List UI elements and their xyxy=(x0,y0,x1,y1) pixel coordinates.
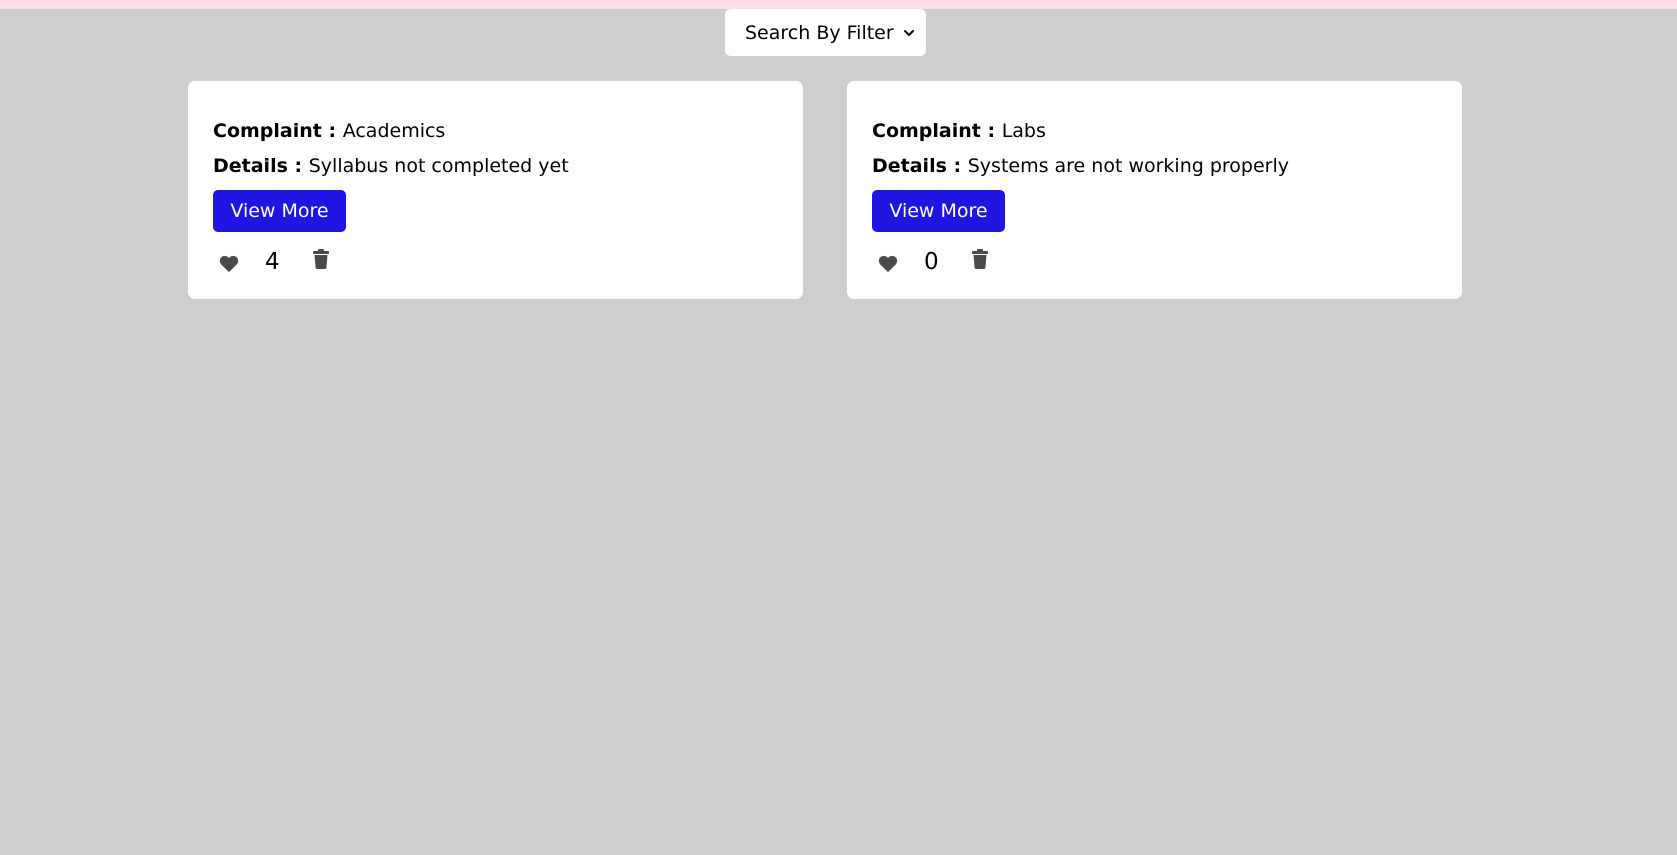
details-value: Syllabus not completed yet xyxy=(308,155,569,177)
trash-icon[interactable] xyxy=(972,249,988,269)
details-row: Details : Systems are not working proper… xyxy=(872,155,1289,177)
like-count: 4 xyxy=(265,249,280,275)
details-value: Systems are not working properly xyxy=(967,155,1290,177)
details-row: Details : Syllabus not completed yet xyxy=(213,155,569,177)
like-count: 0 xyxy=(924,249,939,275)
complaint-value: Labs xyxy=(1001,120,1046,142)
search-filter-select[interactable]: Search By Filter xyxy=(725,9,926,56)
view-more-button[interactable]: View More xyxy=(872,190,1005,232)
complaint-row: Complaint : Academics xyxy=(213,120,445,142)
complaint-value: Academics xyxy=(342,120,446,142)
complaint-card: Complaint : Academics Details : Syllabus… xyxy=(188,81,803,299)
details-label: Details : xyxy=(213,155,309,177)
search-filter-label: Search By Filter xyxy=(745,21,894,44)
details-label: Details : xyxy=(872,155,968,177)
complaint-card: Complaint : Labs Details : Systems are n… xyxy=(847,81,1462,299)
chevron-down-icon xyxy=(904,29,914,36)
complaint-label: Complaint : xyxy=(213,120,343,142)
trash-icon[interactable] xyxy=(313,249,329,269)
complaint-label: Complaint : xyxy=(872,120,1002,142)
top-strip xyxy=(0,0,1677,9)
complaint-row: Complaint : Labs xyxy=(872,120,1046,142)
view-more-button[interactable]: View More xyxy=(213,190,346,232)
heart-icon[interactable] xyxy=(219,255,239,273)
heart-icon[interactable] xyxy=(878,255,898,273)
